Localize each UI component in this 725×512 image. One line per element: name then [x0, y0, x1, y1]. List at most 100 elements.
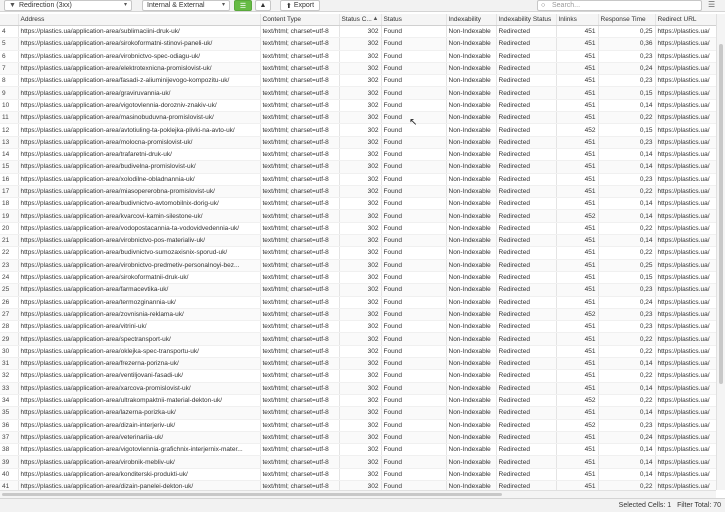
cell-response-time[interactable]: 0,22: [598, 185, 656, 199]
cell-indexability-status[interactable]: Redirected: [496, 271, 557, 285]
cell-redirect-url[interactable]: https://plastics.ua/: [655, 50, 716, 63]
cell-row-number[interactable]: 41: [0, 480, 19, 490]
cell-inlinks[interactable]: 451: [556, 431, 599, 445]
cell-address[interactable]: https://plastics.ua/application-area/sub…: [18, 25, 261, 39]
cell-inlinks[interactable]: 451: [556, 345, 599, 359]
cell-redirect-url[interactable]: https://plastics.ua/: [655, 443, 716, 457]
table-row[interactable]: 36 https://plastics.ua/application-area/d…: [0, 419, 716, 432]
cell-status[interactable]: Found: [381, 468, 447, 481]
column-header-status[interactable]: Status: [381, 14, 447, 26]
cell-indexability[interactable]: Non-Indexable: [446, 382, 497, 395]
cell-indexability[interactable]: Non-Indexable: [446, 123, 497, 137]
cell-status-code[interactable]: 302: [339, 296, 382, 309]
cell-status-code[interactable]: 302: [339, 136, 382, 149]
cell-indexability[interactable]: Non-Indexable: [446, 308, 497, 322]
cell-inlinks[interactable]: 451: [556, 222, 599, 236]
cell-redirect-url[interactable]: https://plastics.ua/: [655, 308, 716, 322]
cell-status[interactable]: Found: [381, 86, 447, 100]
cell-response-time[interactable]: 0,14: [598, 160, 656, 174]
cell-row-number[interactable]: 15: [0, 160, 19, 174]
cell-status-code[interactable]: 302: [339, 443, 382, 457]
table-row[interactable]: 9 https://plastics.ua/application-area/gr…: [0, 86, 716, 100]
cell-redirect-url[interactable]: https://plastics.ua/: [655, 148, 716, 162]
cell-inlinks[interactable]: 451: [556, 37, 599, 51]
cell-address[interactable]: https://plastics.ua/application-area/diz…: [18, 419, 261, 432]
cell-indexability-status[interactable]: Redirected: [496, 136, 557, 149]
scrollbar-thumb[interactable]: [2, 493, 502, 496]
cell-response-time[interactable]: 0,23: [598, 283, 656, 297]
cell-status-code[interactable]: 302: [339, 123, 382, 137]
cell-indexability-status[interactable]: Redirected: [496, 431, 557, 445]
cell-response-time[interactable]: 0,22: [598, 394, 656, 408]
cell-inlinks[interactable]: 451: [556, 74, 599, 88]
scrollbar-thumb[interactable]: [719, 44, 723, 384]
cell-status[interactable]: Found: [381, 382, 447, 395]
cell-address[interactable]: https://plastics.ua/application-area/sir…: [18, 271, 261, 285]
cell-response-time[interactable]: 0,14: [598, 234, 656, 248]
table-row[interactable]: 12 https://plastics.ua/application-area/a…: [0, 123, 716, 137]
cell-row-number[interactable]: 5: [0, 37, 19, 51]
cell-redirect-url[interactable]: https://plastics.ua/: [655, 136, 716, 149]
cell-status[interactable]: Found: [381, 394, 447, 408]
cell-redirect-url[interactable]: https://plastics.ua/: [655, 246, 716, 260]
table-row[interactable]: 23 https://plastics.ua/application-area/v…: [0, 259, 716, 272]
cell-address[interactable]: https://plastics.ua/application-area/diz…: [18, 480, 261, 490]
cell-indexability-status[interactable]: Redirected: [496, 419, 557, 432]
cell-status[interactable]: Found: [381, 185, 447, 199]
table-row[interactable]: 7 https://plastics.ua/application-area/el…: [0, 62, 716, 76]
cell-status-code[interactable]: 302: [339, 62, 382, 76]
cell-row-number[interactable]: 11: [0, 111, 19, 125]
cell-redirect-url[interactable]: https://plastics.ua/: [655, 468, 716, 481]
cell-response-time[interactable]: 0,14: [598, 443, 656, 457]
cell-row-number[interactable]: 19: [0, 209, 19, 223]
cell-indexability-status[interactable]: Redirected: [496, 443, 557, 457]
cell-address[interactable]: https://plastics.ua/application-area/vir…: [18, 234, 261, 248]
cell-content-type[interactable]: text/html; charset=utf-8: [260, 369, 340, 383]
cell-response-time[interactable]: 0,23: [598, 136, 656, 149]
cell-indexability-status[interactable]: Redirected: [496, 455, 557, 469]
cell-content-type[interactable]: text/html; charset=utf-8: [260, 86, 340, 100]
cell-address[interactable]: https://plastics.ua/application-area/avt…: [18, 123, 261, 137]
cell-status[interactable]: Found: [381, 419, 447, 432]
cell-row-number[interactable]: 32: [0, 369, 19, 383]
cell-address[interactable]: https://plastics.ua/application-area/zov…: [18, 308, 261, 322]
cell-status-code[interactable]: 302: [339, 419, 382, 432]
export-button[interactable]: ⬆ Export: [280, 0, 320, 11]
cell-inlinks[interactable]: 451: [556, 271, 599, 285]
cell-response-time[interactable]: 0,22: [598, 246, 656, 260]
cell-response-time[interactable]: 0,22: [598, 332, 656, 346]
cell-status-code[interactable]: 302: [339, 37, 382, 51]
table-row[interactable]: 41 https://plastics.ua/application-area/d…: [0, 480, 716, 490]
cell-address[interactable]: https://plastics.ua/application-area/vet…: [18, 431, 261, 445]
cell-address[interactable]: https://plastics.ua/application-area/fas…: [18, 74, 261, 88]
cell-response-time[interactable]: 0,25: [598, 25, 656, 39]
cell-indexability[interactable]: Non-Indexable: [446, 86, 497, 100]
cell-redirect-url[interactable]: https://plastics.ua/: [655, 123, 716, 137]
cell-content-type[interactable]: text/html; charset=utf-8: [260, 123, 340, 137]
cell-content-type[interactable]: text/html; charset=utf-8: [260, 37, 340, 51]
cell-indexability[interactable]: Non-Indexable: [446, 271, 497, 285]
cell-address[interactable]: https://plastics.ua/application-area/xol…: [18, 173, 261, 186]
cell-inlinks[interactable]: 451: [556, 62, 599, 76]
table-row[interactable]: 11 https://plastics.ua/application-area/m…: [0, 111, 716, 125]
cell-indexability-status[interactable]: Redirected: [496, 259, 557, 272]
cell-inlinks[interactable]: 451: [556, 332, 599, 346]
cell-status-code[interactable]: 302: [339, 308, 382, 322]
cell-content-type[interactable]: text/html; charset=utf-8: [260, 468, 340, 481]
cell-status[interactable]: Found: [381, 480, 447, 490]
cell-status-code[interactable]: 302: [339, 25, 382, 39]
cell-inlinks[interactable]: 451: [556, 382, 599, 395]
cell-status[interactable]: Found: [381, 345, 447, 359]
cell-row-number[interactable]: 4: [0, 25, 19, 39]
cell-indexability[interactable]: Non-Indexable: [446, 259, 497, 272]
cell-indexability[interactable]: Non-Indexable: [446, 320, 497, 334]
table-row[interactable]: 13 https://plastics.ua/application-area/m…: [0, 136, 716, 149]
cell-response-time[interactable]: 0,23: [598, 320, 656, 334]
cell-row-number[interactable]: 18: [0, 197, 19, 211]
cell-indexability-status[interactable]: Redirected: [496, 37, 557, 51]
cell-address[interactable]: https://plastics.ua/application-area/bud…: [18, 160, 261, 174]
cell-indexability-status[interactable]: Redirected: [496, 123, 557, 137]
cell-content-type[interactable]: text/html; charset=utf-8: [260, 111, 340, 125]
cell-row-number[interactable]: 39: [0, 455, 19, 469]
cell-address[interactable]: https://plastics.ua/application-area/bud…: [18, 197, 261, 211]
